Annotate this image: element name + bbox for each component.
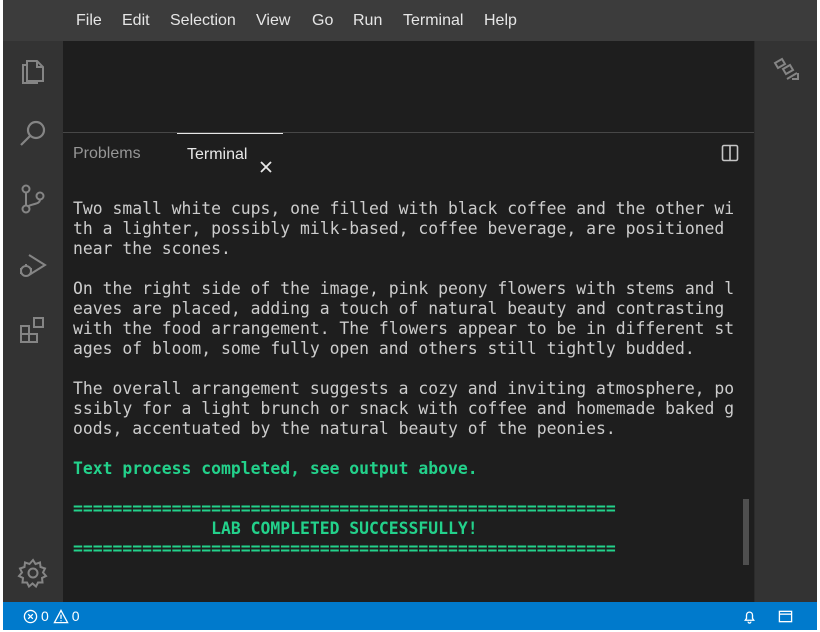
run-debug-icon[interactable] (16, 248, 50, 282)
menu-run[interactable]: Run (353, 0, 382, 41)
terminal-output[interactable]: Two small white cups, one filled with bl… (73, 199, 743, 559)
menu-help[interactable]: Help (484, 0, 517, 41)
vscode-window: File Edit Selection View Go Run Terminal… (3, 0, 817, 630)
close-icon[interactable] (259, 149, 273, 173)
menu-file[interactable]: File (76, 0, 102, 41)
menu-terminal[interactable]: Terminal (403, 0, 463, 41)
error-icon (23, 609, 38, 624)
terminal-scrollbar[interactable] (743, 499, 749, 565)
search-icon[interactable] (16, 117, 50, 151)
menu-go[interactable]: Go (312, 0, 333, 41)
terminal-line: with the food arrangement. The flowers a… (73, 319, 735, 338)
terminal-line: On the right side of the image, pink peo… (73, 279, 735, 298)
terminal-line: The overall arrangement suggests a cozy … (73, 379, 735, 398)
menu-edit[interactable]: Edit (122, 0, 150, 41)
tab-terminal-label: Terminal (187, 146, 248, 163)
menu-selection[interactable]: Selection (170, 0, 236, 41)
terminal-line: th a lighter, possibly milk-based, coffe… (73, 219, 725, 238)
explorer-icon[interactable] (16, 53, 50, 87)
terminal-panel: Problems Terminal Two small white cups, … (63, 132, 754, 603)
terminal-line: oods, accentuated by the natural beauty … (73, 419, 616, 438)
terminal-line: ========================================… (73, 539, 616, 558)
warning-icon (53, 608, 69, 624)
terminal-line: LAB COMPLETED SUCCESSFULLY! (73, 519, 478, 538)
terminal-line: ========================================… (73, 499, 616, 518)
activity-bar (3, 41, 63, 602)
notifications-bell-icon[interactable] (742, 602, 757, 630)
extensions-icon[interactable] (16, 313, 50, 347)
terminal-line: ages of bloom, some fully open and other… (73, 339, 695, 358)
terminal-line: ssibly for a light brunch or snack with … (73, 399, 735, 418)
split-panel-icon[interactable] (721, 144, 739, 162)
terminal-line: Two small white cups, one filled with bl… (73, 199, 735, 218)
warning-count: 0 (71, 608, 80, 624)
layout-panel-icon[interactable] (778, 602, 793, 630)
status-bar: 0 0 (3, 602, 817, 630)
menu-bar: File Edit Selection View Go Run Terminal… (3, 0, 817, 41)
editor-area (63, 41, 754, 132)
tab-problems[interactable]: Problems (73, 133, 141, 175)
secondary-side-bar (754, 41, 817, 602)
source-control-icon[interactable] (16, 182, 50, 216)
terminal-line: near the scones. (73, 239, 231, 258)
tab-terminal[interactable]: Terminal (177, 133, 283, 175)
terminal-line: Text process completed, see output above… (73, 459, 478, 478)
accounts-share-icon[interactable] (771, 55, 801, 85)
problems-status[interactable]: 0 0 (23, 602, 84, 630)
settings-gear-icon[interactable] (16, 556, 50, 590)
error-count: 0 (41, 608, 49, 624)
menu-view[interactable]: View (256, 0, 290, 41)
terminal-line: eaves are placed, adding a touch of natu… (73, 299, 725, 318)
